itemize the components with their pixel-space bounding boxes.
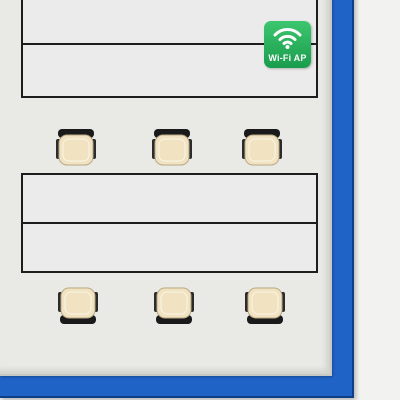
chair-6[interactable] [243,282,287,326]
floor-plan: Wi-Fi AP [0,0,400,400]
chair-4[interactable] [56,282,100,326]
table-bottom[interactable] [21,173,318,273]
wifi-ap-label: Wi-Fi AP [268,53,307,63]
chair-5[interactable] [152,282,196,326]
chair-2[interactable] [150,127,194,171]
wifi-ap-badge[interactable]: Wi-Fi AP [264,21,311,68]
wifi-icon [273,28,302,49]
chair-3[interactable] [240,127,284,171]
chair-1[interactable] [54,127,98,171]
table-divider [23,222,316,224]
